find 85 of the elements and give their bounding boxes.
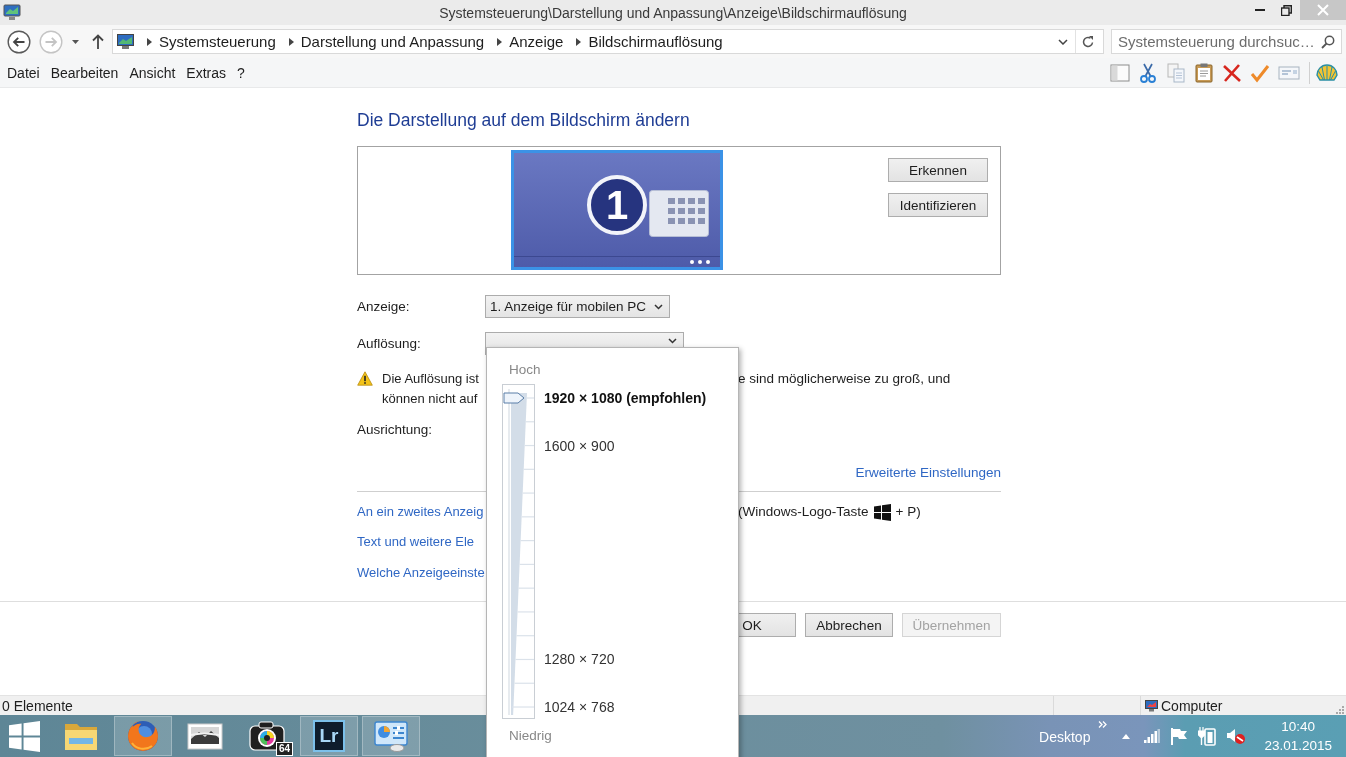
double-chevron-icon[interactable] (1098, 721, 1108, 728)
resolution-option[interactable]: 1920 × 1080 (empfohlen) (544, 389, 707, 407)
breadcrumb[interactable]: Anzeige (509, 33, 564, 50)
breadcrumb[interactable]: Systemsteuerung (159, 33, 276, 50)
browser-globe-icon (126, 719, 160, 753)
warning-text: Die Auflösung ist (382, 370, 480, 388)
settings-link[interactable]: Welche Anzeigeeinste (357, 563, 485, 583)
menu-item[interactable]: Ansicht (124, 64, 181, 81)
monitor-icon (1145, 699, 1158, 712)
refresh-icon[interactable] (1081, 34, 1095, 49)
warning-text: können nicht auf (382, 390, 479, 408)
up-button[interactable] (92, 33, 104, 50)
menu-item[interactable]: ? (232, 64, 250, 81)
window-title: Systemsteuerung\Darstellung und Anpassung\Anzeige\Bildschirmauflösung (439, 4, 907, 21)
crumb-arrow-icon[interactable] (497, 37, 503, 46)
detect-button[interactable]: Erkennen (888, 158, 988, 182)
chevron-down-icon (654, 303, 664, 310)
search-field[interactable]: Systemsteuerung durchsuc… (1111, 29, 1342, 54)
shortcut-text: (Windows-Logo-Taste (738, 503, 869, 521)
menu-item[interactable]: Datei (2, 64, 45, 81)
identify-button[interactable]: Identifizieren (888, 193, 988, 217)
windows-logo-icon (873, 503, 891, 521)
warning-text: e sind möglicherweise zu groß, und (738, 370, 952, 388)
power-plug-icon[interactable] (1198, 726, 1217, 746)
crumb-arrow-icon[interactable] (576, 37, 582, 46)
checkmark-icon[interactable] (1250, 62, 1270, 83)
signal-bars-icon[interactable] (1144, 729, 1161, 743)
chart-window-icon (373, 720, 409, 752)
display-dropdown[interactable]: 1. Anzeige für mobilen PC (485, 295, 671, 318)
menu-item[interactable]: Extras (181, 64, 231, 81)
monitor-icon[interactable] (3, 4, 21, 21)
scissors-icon[interactable] (1138, 62, 1158, 83)
grid-tile-icon (649, 189, 709, 237)
cancel-button[interactable]: Abbrechen (805, 613, 893, 637)
orientation-label: Ausrichtung: (357, 422, 434, 437)
slider-max-label: Hoch (509, 361, 541, 379)
seashell-icon[interactable] (1316, 62, 1338, 83)
settings-link[interactable]: Text und weitere Ele (357, 532, 475, 552)
up-arrow-icon (92, 34, 104, 49)
restore-icon (1280, 4, 1292, 16)
display-label: Anzeige: (357, 299, 411, 314)
folder-icon (64, 721, 98, 751)
photo-icon (187, 721, 223, 751)
resolution-slider-track[interactable] (502, 384, 535, 719)
warning-icon (357, 371, 373, 386)
taskbar-button[interactable]: Lr (300, 716, 358, 756)
breadcrumb[interactable]: Bildschirmauflösung (588, 33, 723, 50)
crumb-arrow-icon[interactable] (288, 37, 294, 46)
advanced-settings-link[interactable]: Erweiterte Einstellungen (855, 465, 1001, 480)
back-button[interactable] (7, 29, 31, 54)
page-heading: Die Darstellung auf dem Bildschirm ändern (357, 109, 691, 131)
resolution-option[interactable]: 1024 × 768 (544, 698, 615, 716)
display-monitor[interactable]: 1 (511, 150, 723, 270)
close-icon (1317, 4, 1329, 16)
resize-grip-icon[interactable] (1335, 705, 1344, 714)
speaker-icon[interactable] (1226, 727, 1247, 745)
location-text: Computer (1161, 697, 1224, 714)
resolution-label: Auflösung: (357, 336, 422, 351)
slider-min-label: Niedrig (509, 727, 552, 745)
item-count: 0 Elemente (1, 697, 73, 714)
address-bar[interactable]: Systemsteuerung Darstellung und Anpassung Anzeige Bildschirmauflösung (112, 29, 1104, 54)
caret-down-icon (72, 39, 79, 44)
breadcrumb[interactable]: Darstellung und Anpassung (300, 33, 485, 50)
display-number: 1 (587, 175, 647, 235)
resolution-option[interactable]: 1600 × 900 (544, 436, 615, 455)
search-icon[interactable] (1321, 34, 1335, 49)
shortcut-text: + P) (895, 503, 921, 521)
monitor-icon (117, 33, 134, 50)
flag-icon[interactable] (1170, 727, 1189, 745)
clipboard-icon[interactable] (1194, 62, 1214, 83)
resolution-option[interactable]: 1280 × 720 (544, 650, 615, 669)
crumb-arrow-icon[interactable] (147, 37, 152, 46)
menu-item[interactable]: Bearbeiten (45, 64, 124, 81)
minimize-icon (1255, 9, 1265, 11)
dots-icon (690, 260, 710, 264)
windows-logo-icon (8, 720, 40, 752)
taskbar-button[interactable]: 64 (238, 716, 296, 756)
settings-link[interactable]: An ein zweites Anzeig (357, 502, 484, 522)
chevron-down-icon[interactable] (1058, 38, 1068, 45)
slider-thumb[interactable] (503, 392, 525, 404)
caret-up-icon[interactable] (1122, 733, 1131, 739)
chevron-down-icon (668, 338, 677, 344)
version-badge: 64 (275, 742, 293, 756)
delete-x-icon[interactable] (1222, 62, 1242, 83)
app-letter-tile: Lr (313, 720, 345, 752)
